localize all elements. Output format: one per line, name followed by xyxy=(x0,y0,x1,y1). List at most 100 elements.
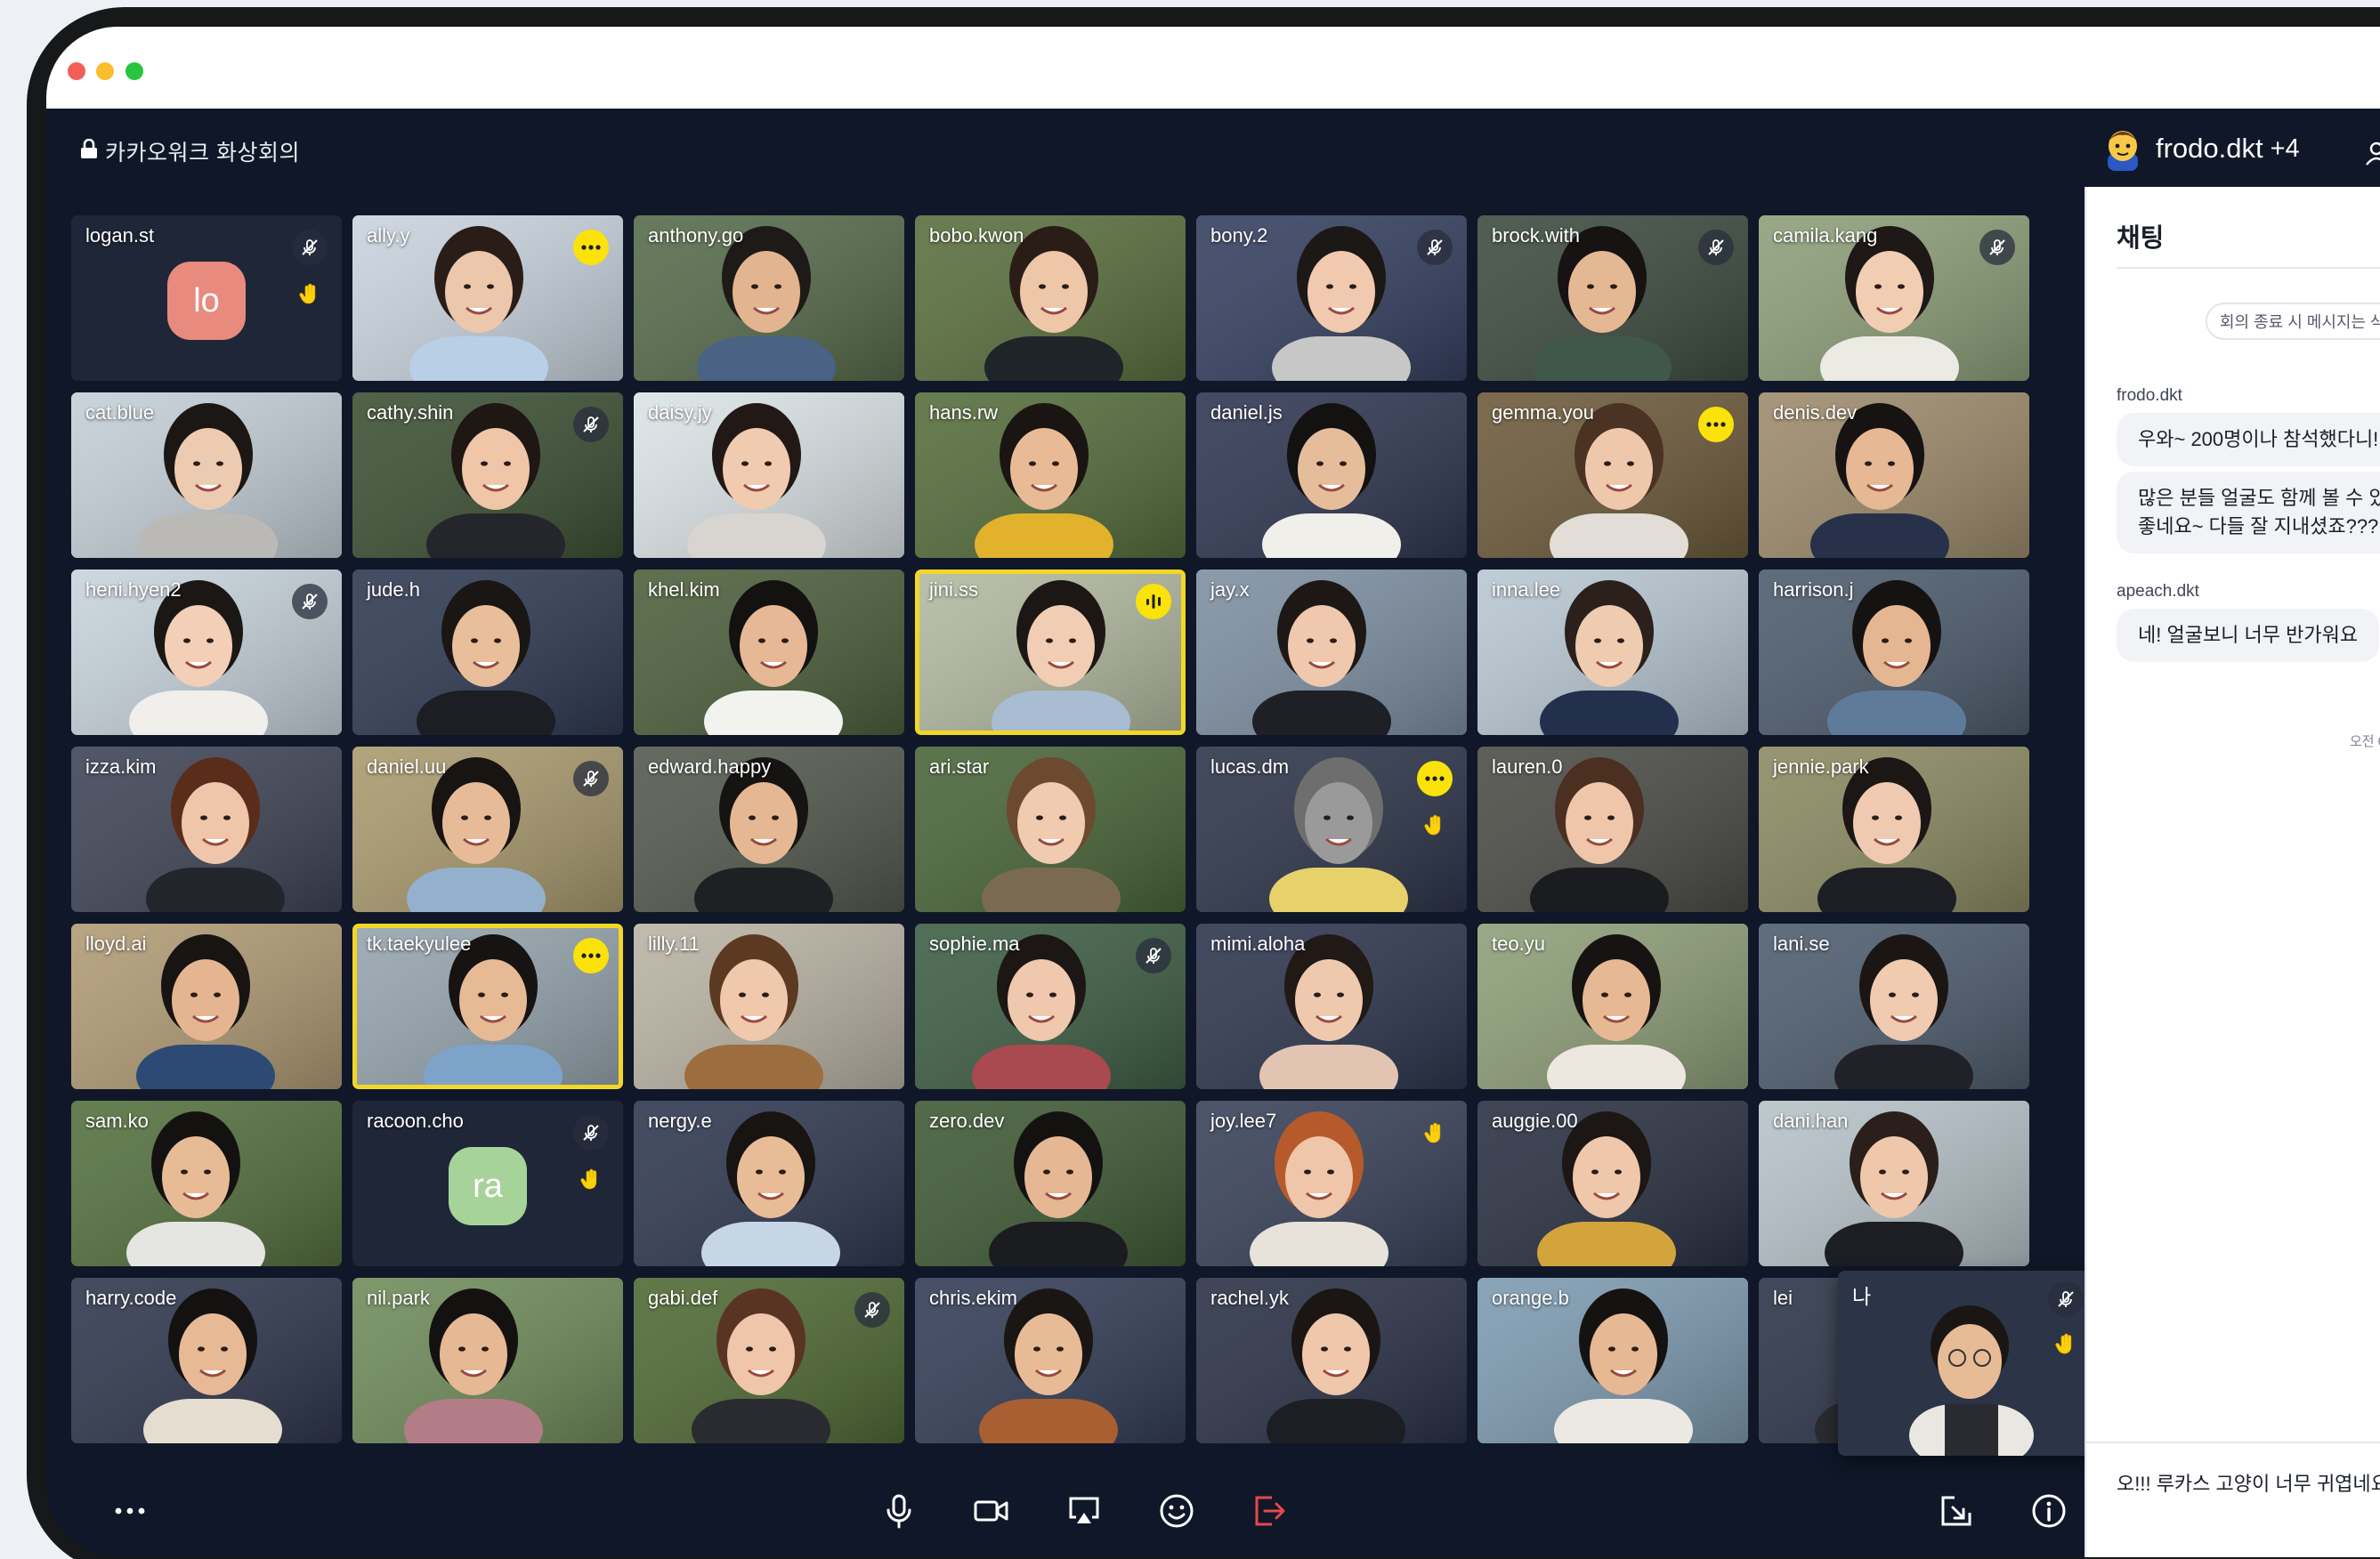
participant-tile[interactable]: nil.park xyxy=(352,1278,623,1443)
participant-tile[interactable]: joy.lee7 xyxy=(1196,1101,1467,1266)
participant-tile[interactable]: orange.b xyxy=(1477,1278,1748,1443)
participant-tile[interactable]: heni.hyen2 xyxy=(71,569,342,735)
more-reaction-icon[interactable] xyxy=(573,230,609,265)
leave-meeting-button[interactable] xyxy=(1248,1490,1291,1532)
participant-tile[interactable]: jini.ss xyxy=(915,569,1186,735)
participant-tile[interactable]: denis.dev xyxy=(1759,392,2029,558)
participant-name: jude.h xyxy=(367,578,420,601)
participant-tile[interactable]: lucas.dm xyxy=(1196,747,1467,912)
raised-hand-icon xyxy=(292,276,328,311)
chat-message: 많은 분들 얼굴도 함께 볼 수 있어서 좋네요~ 다들 잘 지내셨죠??? xyxy=(2117,472,2380,553)
participant-tile[interactable]: rachel.yk xyxy=(1196,1278,1467,1443)
muted-icon xyxy=(292,584,328,619)
participant-tile[interactable]: nergy.e xyxy=(634,1101,904,1266)
participant-tile[interactable]: inna.lee xyxy=(1477,569,1748,735)
participant-name: tk.taekyulee xyxy=(367,933,472,955)
participant-name: logan.st xyxy=(85,224,155,246)
chat-input[interactable]: 오!!! 루카스 고양이 너무 귀엽네요ㅜㅜ xyxy=(2117,1468,2380,1497)
participant-tile[interactable]: daisy.jy xyxy=(634,392,904,558)
participant-tile[interactable]: camila.kang xyxy=(1759,215,2029,381)
participant-name: daisy.jy xyxy=(648,401,712,424)
participant-tile[interactable]: gabi.def xyxy=(634,1278,904,1443)
muted-icon xyxy=(1136,938,1171,973)
participant-tile[interactable]: gemma.you xyxy=(1477,392,1748,558)
participant-tile[interactable]: cathy.shin xyxy=(352,392,623,558)
participant-name: bobo.kwon xyxy=(929,224,1024,246)
participant-tile[interactable]: harry.code xyxy=(71,1278,342,1443)
more-horizontal-icon xyxy=(115,1507,145,1515)
participant-tile[interactable]: daniel.uu xyxy=(352,747,623,912)
chat-title: 채팅 xyxy=(2117,224,2165,253)
participant-tile[interactable]: zero.dev xyxy=(915,1101,1186,1266)
participant-name: nil.park xyxy=(367,1287,430,1309)
participant-tile[interactable]: lloyd.ai xyxy=(71,924,342,1089)
participant-tile[interactable]: daniel.js xyxy=(1196,392,1467,558)
participant-name: anthony.go xyxy=(648,224,744,246)
participants-summary[interactable]: frodo.dkt +4 xyxy=(2102,125,2300,173)
chat-message-line: 네! 얼굴보니 너무 반가워요 xyxy=(2138,624,2359,646)
participant-name: brock.with xyxy=(1492,224,1581,246)
raised-hand-icon xyxy=(1417,1115,1453,1151)
more-reaction-icon[interactable] xyxy=(1698,407,1734,442)
participant-tile[interactable]: bony.2 xyxy=(1196,215,1467,381)
participant-tile[interactable]: mimi.aloha xyxy=(1196,924,1467,1089)
participant-tile[interactable]: auggie.00 xyxy=(1477,1101,1748,1266)
camera-button[interactable] xyxy=(970,1490,1013,1532)
participant-tile[interactable]: brock.with xyxy=(1477,215,1748,381)
info-icon xyxy=(2032,1494,2066,1528)
participant-name: nergy.e xyxy=(648,1110,712,1132)
participant-tile[interactable]: sophie.ma xyxy=(915,924,1186,1089)
participant-tile[interactable]: lilly.11 xyxy=(634,924,904,1089)
participant-tile[interactable]: jude.h xyxy=(352,569,623,735)
close-window-button[interactable] xyxy=(68,62,85,80)
self-view-tile[interactable]: 나 xyxy=(1838,1271,2096,1456)
muted-icon xyxy=(573,761,609,796)
more-options-button[interactable] xyxy=(109,1490,151,1532)
emoji-reaction-button[interactable] xyxy=(1155,1490,1198,1532)
chat-header-divider xyxy=(2117,267,2380,269)
muted-icon xyxy=(1417,230,1453,265)
picture-in-picture-button[interactable] xyxy=(1935,1490,1978,1532)
participant-tile[interactable]: ra racoon.cho xyxy=(352,1101,623,1266)
participant-tile[interactable]: ally.y xyxy=(352,215,623,381)
participant-tile[interactable]: chris.ekim xyxy=(915,1278,1186,1443)
leave-icon xyxy=(1255,1496,1285,1526)
participant-tile[interactable]: tk.taekyulee xyxy=(352,924,623,1089)
participant-tile[interactable]: cat.blue xyxy=(71,392,342,558)
maximize-window-button[interactable] xyxy=(125,62,143,80)
participant-extra-count: +4 xyxy=(2270,133,2300,163)
more-reaction-icon[interactable] xyxy=(1417,761,1453,796)
participant-tile[interactable]: sam.ko xyxy=(71,1101,342,1266)
participant-tile[interactable]: lauren.0 xyxy=(1477,747,1748,912)
participant-name: rachel.yk xyxy=(1210,1287,1290,1309)
participant-tile[interactable]: jennie.park xyxy=(1759,747,2029,912)
participant-tile[interactable]: edward.happy xyxy=(634,747,904,912)
participant-name: sam.ko xyxy=(85,1110,149,1132)
participant-name: mimi.aloha xyxy=(1210,933,1306,955)
host-avatar-icon xyxy=(2108,131,2138,171)
participant-name: khel.kim xyxy=(648,578,720,601)
participant-tile[interactable]: bobo.kwon xyxy=(915,215,1186,381)
chat-sender: apeach.dkt xyxy=(2117,582,2199,601)
participant-tile[interactable]: lani.se xyxy=(1759,924,2029,1089)
participant-tile[interactable]: khel.kim xyxy=(634,569,904,735)
participant-tile[interactable]: harrison.j xyxy=(1759,569,2029,735)
muted-icon xyxy=(854,1292,890,1328)
participant-name: gemma.you xyxy=(1492,401,1594,424)
microphone-button[interactable] xyxy=(878,1490,920,1532)
participant-tile[interactable]: teo.yu xyxy=(1477,924,1748,1089)
more-reaction-icon[interactable] xyxy=(573,938,609,973)
chat-message-line: 많은 분들 얼굴도 함께 볼 수 있어서 xyxy=(2138,487,2380,509)
participant-tile[interactable]: jay.x xyxy=(1196,569,1467,735)
screen-share-button[interactable] xyxy=(1063,1490,1105,1532)
meeting-info-button[interactable] xyxy=(2028,1490,2070,1532)
participant-tile[interactable]: anthony.go xyxy=(634,215,904,381)
participants-icon[interactable] xyxy=(2364,141,2380,166)
participant-tile[interactable]: ari.star xyxy=(915,747,1186,912)
minimize-window-button[interactable] xyxy=(96,62,114,80)
participant-tile[interactable]: lo logan.st xyxy=(71,215,342,381)
participant-tile[interactable]: dani.han xyxy=(1759,1101,2029,1266)
participant-initial-avatar: lo xyxy=(167,262,246,340)
participant-tile[interactable]: hans.rw xyxy=(915,392,1186,558)
participant-tile[interactable]: izza.kim xyxy=(71,747,342,912)
